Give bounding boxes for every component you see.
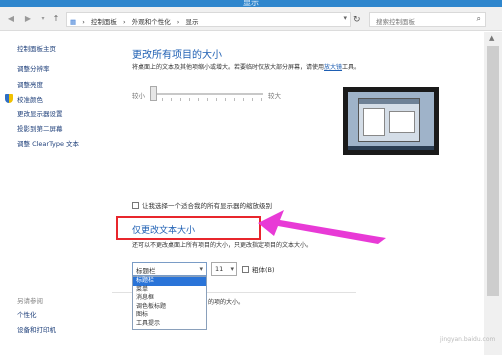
chevron-down-icon: ▾	[199, 265, 203, 273]
item-dropdown-list[interactable]: 标题栏 菜单 消息框 调色板标题 图标 工具提示	[132, 276, 207, 330]
scaling-checkbox[interactable]	[132, 202, 139, 209]
sidebar-item-calibrate-color[interactable]: 校准颜色	[17, 94, 43, 104]
watermark-text: jingyan.baidu.com	[440, 336, 496, 343]
sidebar-item-devices-printers[interactable]: 设备和打印机	[17, 324, 56, 334]
breadcrumb-separator: ›	[82, 18, 85, 26]
item-select-value: 标题栏	[136, 267, 156, 275]
size-slider-ticks	[153, 98, 263, 101]
size-description-text: 将桌面上的文本及其他项缩小或增大。若要临时仅放大部分屏幕，请使用	[132, 64, 325, 71]
scaling-checkbox-label: 让我选择一个适合我的所有显示器的缩放级别	[142, 202, 272, 210]
breadcrumb-display[interactable]: 显示	[185, 18, 198, 26]
vertical-scrollbar[interactable]: ▲	[484, 32, 502, 355]
breadcrumb-control-panel[interactable]: 控制面板	[91, 18, 117, 26]
scaling-checkbox-row[interactable]: 让我选择一个适合我的所有显示器的缩放级别	[132, 200, 272, 210]
text-size-heading: 仅更改文本大小	[132, 226, 196, 236]
breadcrumb-separator: ›	[123, 18, 126, 26]
sidebar: 控制面板主页 调整分辨率 调整亮度 校准颜色 更改显示器设置 投影到第二屏幕 调…	[0, 32, 112, 355]
scrollbar-thumb[interactable]	[487, 46, 499, 296]
text-size-description: 还可以不更改桌面上所有项目的大小，只更改指定项目的文本大小。	[132, 242, 313, 249]
sidebar-item-change-display-settings[interactable]: 更改显示器设置	[17, 108, 63, 118]
refresh-icon[interactable]: ↻	[353, 15, 361, 25]
dropdown-option-message-box[interactable]: 消息框	[133, 294, 206, 303]
breadcrumb-separator: ›	[176, 18, 180, 26]
page-heading: 更改所有项目的大小	[132, 50, 222, 61]
dropdown-option-title-bar[interactable]: 标题栏	[133, 277, 206, 286]
back-arrow-icon[interactable]: ◀	[6, 14, 16, 24]
control-panel-icon: ▦	[70, 18, 77, 26]
bold-label: 粗体(B)	[252, 266, 275, 274]
preview-screen	[348, 92, 434, 150]
display-preview-image	[343, 87, 439, 155]
item-select[interactable]: 标题栏 ▾	[132, 262, 207, 276]
address-dropdown-icon[interactable]: ▾	[343, 14, 347, 22]
bold-checkbox-row[interactable]: 粗体(B)	[242, 264, 275, 274]
sidebar-item-cleartype[interactable]: 调整 ClearType 文本	[17, 138, 79, 148]
size-description-suffix: 工具。	[342, 64, 361, 71]
magnifier-link[interactable]: 放大镜	[324, 64, 342, 71]
breadcrumb: ▦ › 控制面板 › 外观和个性化 › 显示	[70, 16, 202, 26]
shield-icon	[5, 94, 13, 103]
sidebar-item-adjust-resolution[interactable]: 调整分辨率	[17, 63, 50, 73]
address-row: ◀ ▶ ▾ ↑ ▦ › 控制面板 › 外观和个性化 › 显示 ▾ ↻ 搜索控制面…	[0, 7, 502, 31]
search-box[interactable]: 搜索控制面板 ⌕	[369, 12, 486, 27]
sidebar-item-control-panel-home[interactable]: 控制面板主页	[17, 43, 56, 53]
preview-taskbar	[348, 146, 434, 150]
title-bar: 显示	[0, 0, 502, 7]
size-slider-track[interactable]	[153, 93, 263, 95]
dropdown-option-tooltip[interactable]: 工具提示	[133, 320, 206, 329]
scroll-up-icon[interactable]: ▲	[489, 34, 494, 42]
partial-text-behind-dropdown: 的项的大小。	[208, 299, 245, 306]
chevron-down-icon: ▾	[230, 265, 234, 273]
preview-window	[358, 98, 420, 142]
slider-max-label: 较大	[268, 92, 281, 100]
address-bar[interactable]: ▦ › 控制面板 › 外观和个性化 › 显示 ▾	[66, 12, 351, 27]
search-placeholder: 搜索控制面板	[376, 18, 415, 26]
up-arrow-icon[interactable]: ↑	[51, 14, 61, 24]
sidebar-item-adjust-brightness[interactable]: 调整亮度	[17, 79, 43, 89]
see-also-heading: 另请参阅	[17, 297, 43, 305]
font-size-select[interactable]: 11 ▾	[211, 262, 237, 276]
dropdown-option-icon[interactable]: 图标	[133, 311, 206, 320]
font-size-value: 11	[215, 265, 224, 273]
sidebar-item-project-second-screen[interactable]: 投影到第二屏幕	[17, 123, 63, 133]
sidebar-item-personalization[interactable]: 个性化	[17, 309, 37, 319]
history-dropdown-icon[interactable]: ▾	[38, 14, 48, 24]
size-slider-thumb[interactable]	[150, 86, 157, 101]
dropdown-option-menu[interactable]: 菜单	[133, 286, 206, 295]
slider-min-label: 较小	[132, 92, 145, 100]
breadcrumb-appearance[interactable]: 外观和个性化	[132, 18, 171, 26]
bold-checkbox[interactable]	[242, 266, 249, 273]
forward-arrow-icon[interactable]: ▶	[23, 14, 33, 24]
search-icon[interactable]: ⌕	[477, 14, 481, 24]
size-description: 将桌面上的文本及其他项缩小或增大。若要临时仅放大部分屏幕，请使用放大镜工具。	[132, 62, 360, 71]
